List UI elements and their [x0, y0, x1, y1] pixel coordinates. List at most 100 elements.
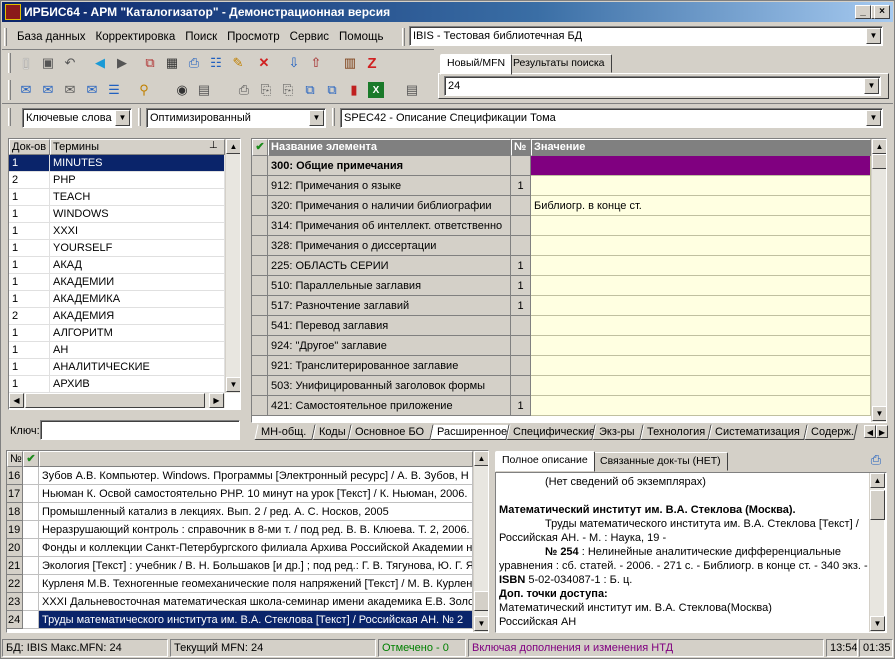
- table-row[interactable]: 517: Разночтение заглавий 1: [252, 296, 871, 316]
- record-mark-checkbox[interactable]: [23, 485, 39, 503]
- chevron-down-icon[interactable]: ▼: [309, 110, 324, 126]
- tree-icon[interactable]: ☷: [206, 53, 226, 73]
- print-form-icon[interactable]: ⎘: [278, 80, 298, 100]
- undo-icon[interactable]: ↶: [60, 53, 80, 73]
- books-icon[interactable]: ▥: [340, 53, 360, 73]
- tab-section-8[interactable]: Содерж.: [804, 424, 858, 440]
- tab-section-6[interactable]: Технология: [640, 424, 712, 440]
- records-vscrollbar[interactable]: ▲ ▼: [473, 451, 488, 632]
- record-mark-checkbox[interactable]: [23, 503, 39, 521]
- table-row[interactable]: 300: Общие примечания: [252, 156, 871, 176]
- mail-search-icon[interactable]: ✉: [82, 80, 102, 100]
- table-row[interactable]: 16 Зубов А.В. Компьютер. Windows. Програм…: [7, 467, 473, 485]
- table-row[interactable]: 921: Транслитерированное заглавие: [252, 356, 871, 376]
- scroll-down-icon[interactable]: ▼: [474, 616, 488, 631]
- save-icon[interactable]: ▣: [38, 53, 58, 73]
- table-row[interactable]: 17 Ньюман К. Освой самостоятельно PHP. 10…: [7, 485, 473, 503]
- dict-header-terms[interactable]: Термины: [50, 139, 225, 155]
- scroll-thumb[interactable]: [474, 591, 488, 611]
- list-item[interactable]: 1 XXXI: [9, 223, 225, 240]
- tab-section-4[interactable]: Специфические: [506, 424, 596, 440]
- tab-linked-docs[interactable]: Связанные док-ты (НЕТ): [593, 452, 728, 471]
- tab-section-1[interactable]: Коды: [312, 424, 352, 440]
- record-mark-checkbox[interactable]: [23, 593, 39, 611]
- excel-icon[interactable]: X: [368, 82, 384, 98]
- table-row[interactable]: 23 XXXI Дальневосточная математическая шк…: [7, 593, 473, 611]
- back-icon[interactable]: ◀: [90, 53, 110, 73]
- tab-section-7[interactable]: Систематизация: [708, 424, 808, 440]
- menu-view[interactable]: Просмотр: [222, 28, 285, 46]
- scroll-thumb[interactable]: [872, 154, 886, 169]
- view-icon[interactable]: ◉: [172, 80, 192, 100]
- list-item[interactable]: 1 АКАДЕМИИ: [9, 274, 225, 291]
- table-row[interactable]: 21 Экология [Текст] : учебник / В. Н. Бол…: [7, 557, 473, 575]
- print-icon[interactable]: ⎙: [234, 80, 254, 100]
- chevron-down-icon[interactable]: ▼: [864, 78, 879, 94]
- record-mark-checkbox[interactable]: [23, 539, 39, 557]
- paste-icon[interactable]: ⧉: [322, 80, 342, 100]
- tab-section-2[interactable]: Основное БО: [348, 424, 434, 440]
- table-row[interactable]: 924: "Другое" заглавие: [252, 336, 871, 356]
- chevron-down-icon[interactable]: ▼: [115, 110, 130, 126]
- database-select[interactable]: IBIS - Тестовая библиотечная БД ▼: [409, 26, 883, 46]
- copy-record-icon[interactable]: ⧉: [140, 53, 160, 73]
- scroll-right-icon[interactable]: ▶: [209, 393, 224, 408]
- list-item[interactable]: 1 MINUTES: [9, 155, 225, 172]
- dict-hscrollbar[interactable]: ◀ ▶: [9, 393, 225, 408]
- scroll-down-icon[interactable]: ▼: [226, 377, 240, 392]
- chevron-down-icon[interactable]: ▼: [866, 28, 881, 44]
- scroll-down-icon[interactable]: ▼: [872, 406, 886, 421]
- minimize-button[interactable]: _: [855, 5, 871, 19]
- table-row[interactable]: 314: Примечания об интеллект. ответствен…: [252, 216, 871, 236]
- dict-header-count[interactable]: Док-ов: [9, 139, 50, 155]
- reply-icon[interactable]: ✉: [38, 80, 58, 100]
- scroll-left-icon[interactable]: ◀: [9, 393, 24, 408]
- description-vscrollbar[interactable]: ▲ ▼: [869, 473, 885, 632]
- optimization-select[interactable]: Оптимизированный ▼: [146, 108, 326, 128]
- copy-icon[interactable]: ⧉: [300, 80, 320, 100]
- list-item[interactable]: 1 АКАДЕМИКА: [9, 291, 225, 308]
- menu-edit[interactable]: Корректировка: [91, 28, 181, 46]
- record-mark-checkbox[interactable]: [23, 521, 39, 539]
- record-mark-checkbox[interactable]: [23, 467, 39, 485]
- list-item[interactable]: 1 АНАЛИТИЧЕСКИЕ: [9, 359, 225, 376]
- print-list-icon[interactable]: ⎘: [256, 80, 276, 100]
- scroll-thumb[interactable]: [870, 490, 885, 520]
- table-row[interactable]: 421: Самостоятельное приложение 1: [252, 396, 871, 416]
- z3950-icon[interactable]: Z: [362, 53, 382, 73]
- forward-icon[interactable]: ▶: [112, 53, 132, 73]
- search-mode-select[interactable]: Ключевые слова ▼: [22, 108, 132, 128]
- list-item[interactable]: 1 АРХИВ: [9, 376, 225, 393]
- table-row[interactable]: 22 Курленя М.В. Техногенные геомеханическ…: [7, 575, 473, 593]
- table-row[interactable]: 541: Перевод заглавия: [252, 316, 871, 336]
- mfn-input[interactable]: 24 ▼: [444, 76, 881, 96]
- mail-icon[interactable]: ✉: [60, 80, 80, 100]
- stats-icon[interactable]: ▮: [344, 80, 364, 100]
- worksheet-select[interactable]: SPEC42 - Описание Спецификации Тома ▼: [340, 108, 883, 128]
- delete-icon[interactable]: ✕: [254, 53, 274, 73]
- list-item[interactable]: 1 WINDOWS: [9, 206, 225, 223]
- list-item[interactable]: 2 PHP: [9, 172, 225, 189]
- list-item[interactable]: 1 TEACH: [9, 189, 225, 206]
- table-row[interactable]: 225: ОБЛАСТЬ СЕРИИ 1: [252, 256, 871, 276]
- scroll-up-icon[interactable]: ▲: [870, 473, 885, 488]
- table-row[interactable]: 320: Примечания о наличии библиографии Би…: [252, 196, 871, 216]
- menu-database[interactable]: База данных: [12, 28, 91, 46]
- pin-icon[interactable]: ⊥: [209, 140, 218, 151]
- list-item[interactable]: 1 АЛГОРИТМ: [9, 325, 225, 342]
- grid-icon[interactable]: ▦: [162, 53, 182, 73]
- menu-search[interactable]: Поиск: [180, 28, 222, 46]
- records-header-num[interactable]: №: [7, 451, 23, 467]
- scroll-up-icon[interactable]: ▲: [872, 139, 886, 154]
- tab-section-5[interactable]: Экз-ры: [592, 424, 644, 440]
- record-mark-checkbox[interactable]: [23, 557, 39, 575]
- list-item[interactable]: 2 АКАДЕМИЯ: [9, 308, 225, 325]
- table-row[interactable]: 503: Унифицированный заголовок формы: [252, 376, 871, 396]
- scroll-up-icon[interactable]: ▲: [474, 451, 488, 466]
- edit-icon[interactable]: ✎: [228, 53, 248, 73]
- table-row[interactable]: 20 Фонды и коллекции Санкт-Петербургского…: [7, 539, 473, 557]
- print-description-icon[interactable]: ⎙: [866, 450, 886, 470]
- binoculars-icon[interactable]: ⚲: [134, 80, 154, 100]
- mail-list-icon[interactable]: ☰: [104, 80, 124, 100]
- record-mark-checkbox[interactable]: [23, 611, 39, 629]
